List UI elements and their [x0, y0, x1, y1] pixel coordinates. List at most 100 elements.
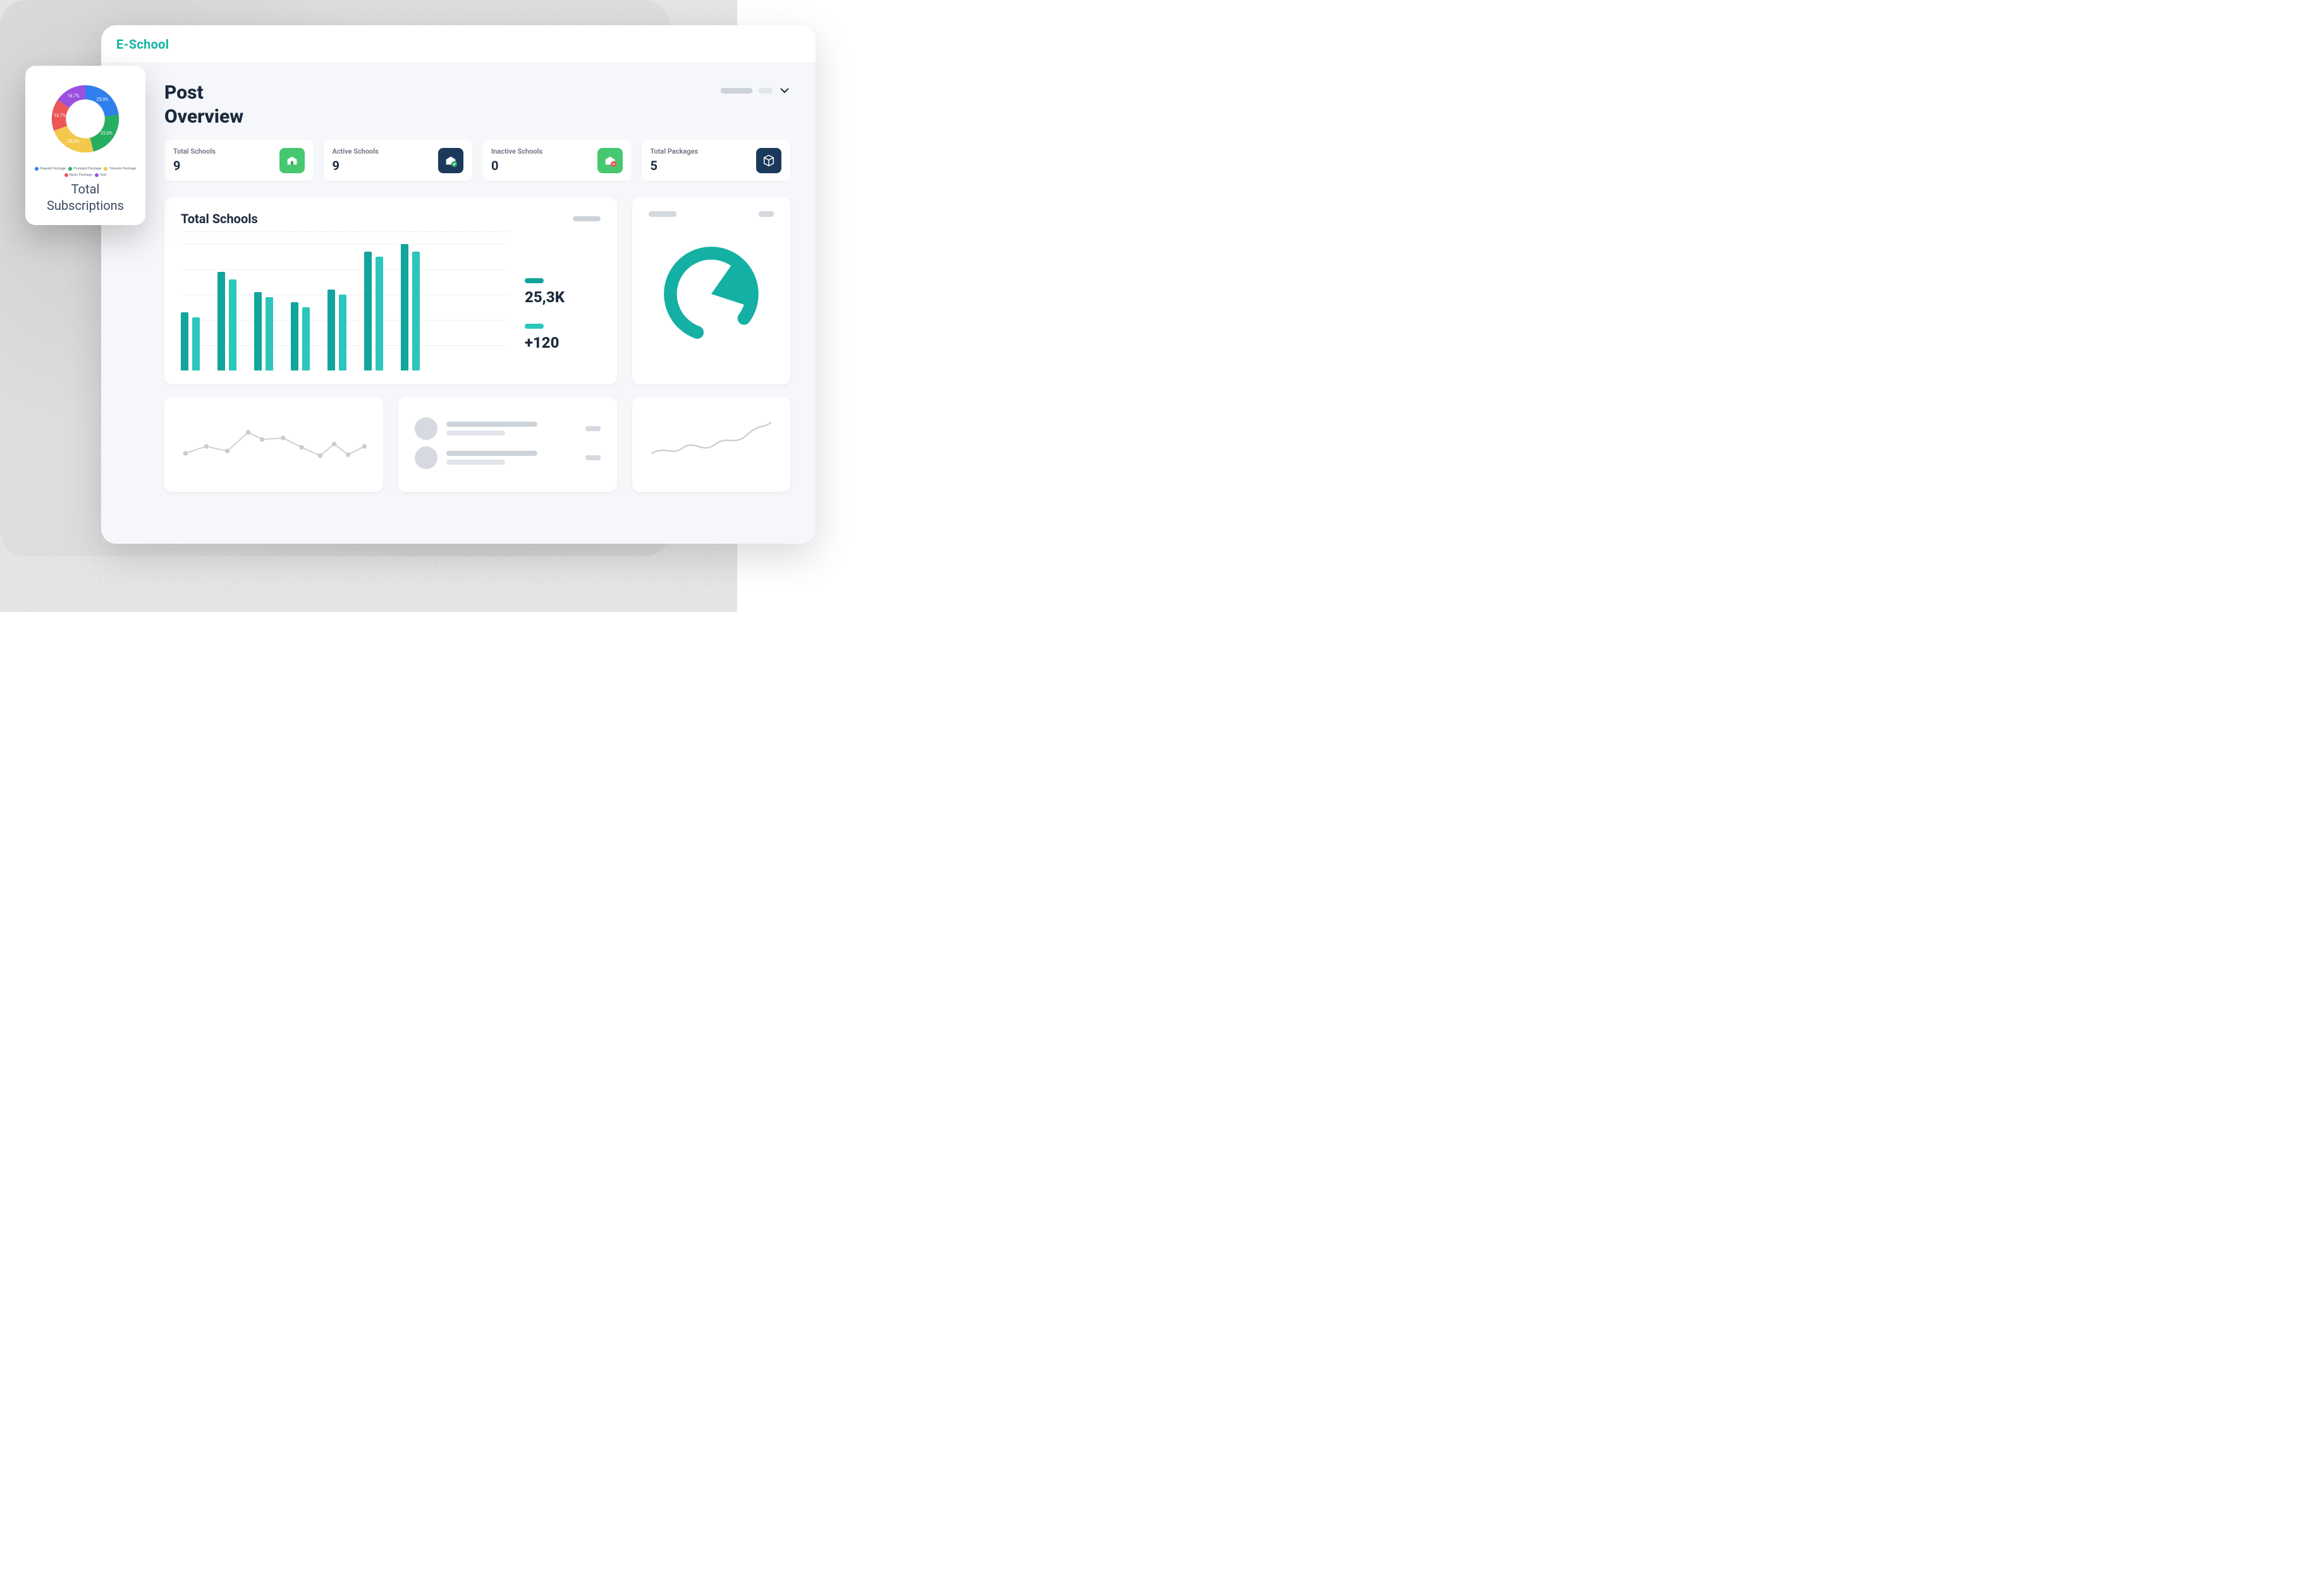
placeholder-bar	[759, 88, 773, 94]
legend-swatch-icon	[68, 167, 72, 171]
donut-slice-label: 16.7%	[68, 94, 80, 99]
bar-series-b	[229, 279, 236, 370]
bar-series-b	[412, 252, 420, 370]
placeholder-bar	[759, 211, 774, 217]
bar-pair	[327, 290, 346, 370]
sparkline-icon	[181, 411, 367, 468]
page-title-line1: Post	[164, 82, 204, 104]
school-off-icon	[597, 148, 623, 173]
legend-item: Basic Package	[64, 173, 92, 177]
metric-primary-value: 25,3K	[525, 288, 601, 306]
gauge-chart	[649, 217, 774, 370]
bar-series-a	[364, 252, 372, 370]
main-panels-row: Total Schools 25,3K +120	[101, 181, 816, 384]
placeholder-bar	[585, 426, 601, 431]
sparkline-icon	[649, 411, 774, 468]
gauge-panel	[632, 197, 790, 384]
bar-series-b	[302, 307, 310, 370]
total-schools-panel: Total Schools 25,3K +120	[164, 197, 617, 384]
stat-value: 9	[333, 158, 379, 173]
bar-pair	[217, 272, 236, 370]
stat-label: Inactive Schools	[491, 147, 542, 156]
bar-series-a	[401, 244, 408, 370]
brand-text: E-School	[116, 37, 169, 52]
bottom-panels-row	[101, 384, 816, 492]
placeholder-bar	[446, 422, 537, 427]
bar-pair	[291, 302, 310, 370]
float-title-line1: Total	[71, 181, 100, 197]
bar-series-a	[217, 272, 225, 370]
stat-cards-row: Total Schools 9 Active Schools 9 Inactive Sc…	[101, 140, 816, 181]
bar-series-b	[339, 295, 346, 370]
wire-line-panel-2	[632, 397, 790, 492]
bar-pair	[254, 292, 273, 370]
legend-item: Prepaid Package	[35, 167, 66, 171]
bar-pair	[401, 244, 420, 370]
donut-slice-label: 16.7%	[54, 113, 66, 118]
legend-item: Test	[95, 173, 107, 177]
stat-label: Total Packages	[651, 147, 699, 156]
panel-title: Total Schools	[181, 211, 258, 226]
series-swatch-b	[525, 324, 544, 329]
page-title-line2: Overview	[164, 106, 243, 128]
list-item[interactable]	[415, 417, 601, 440]
stat-card-inactive-schools[interactable]: Inactive Schools 0	[482, 140, 632, 181]
subscriptions-donut-chart: 25.0%25.0%25.0%16.7%16.7%	[41, 75, 130, 163]
series-swatch-a	[525, 278, 544, 283]
topbar: E-School	[101, 25, 816, 63]
stat-value: 9	[173, 158, 216, 173]
bar-series-a	[181, 312, 188, 370]
bar-series-a	[327, 290, 335, 370]
bar-chart	[181, 231, 508, 370]
avatar-icon	[415, 417, 437, 440]
stat-label: Total Schools	[173, 147, 216, 156]
float-card-title: Total Subscriptions	[33, 181, 138, 214]
legend-swatch-icon	[64, 173, 68, 177]
placeholder-bar	[446, 460, 505, 465]
bar-series-b	[192, 317, 200, 370]
avatar-icon	[415, 446, 437, 469]
bar-chart-metrics: 25,3K +120	[525, 278, 601, 370]
donut-legend: Prepaid PackagePostpaid PackageTitanum P…	[33, 167, 138, 177]
school-icon	[279, 148, 305, 173]
stat-card-total-schools[interactable]: Total Schools 9	[164, 140, 314, 181]
wire-line-panel-1	[164, 397, 383, 492]
legend-item: Postpaid Package	[68, 167, 101, 171]
legend-swatch-icon	[95, 173, 99, 177]
brand-logo[interactable]: E-School	[116, 37, 169, 52]
placeholder-bar	[585, 455, 601, 460]
metric-secondary-value: +120	[525, 334, 601, 352]
total-subscriptions-card: 25.0%25.0%25.0%16.7%16.7% Prepaid Packag…	[25, 66, 145, 225]
stat-label: Active Schools	[333, 147, 379, 156]
bar-pair	[181, 312, 200, 370]
page-title: Post Overview	[164, 81, 243, 128]
stat-value: 5	[651, 158, 699, 173]
stat-value: 0	[491, 158, 542, 173]
bar-series-a	[254, 292, 262, 370]
content-area: Post Overview Total Schools9Active Schoo…	[101, 63, 816, 544]
chevron-down-icon	[779, 85, 790, 96]
metric-primary: 25,3K	[525, 278, 601, 306]
bar-pair	[364, 252, 383, 370]
header-filter[interactable]	[721, 81, 790, 96]
bar-series-a	[291, 302, 298, 370]
dashboard-window: E-School Post Overview Total Schools9Act…	[101, 25, 816, 544]
metric-secondary: +120	[525, 324, 601, 352]
stat-card-total-packages[interactable]: Total Packages 5	[642, 140, 791, 181]
wire-list-panel	[398, 397, 617, 492]
bar-series-b	[376, 257, 383, 370]
placeholder-bar	[446, 451, 537, 456]
overview-header: Post Overview	[101, 63, 816, 140]
stat-card-active-schools[interactable]: Active Schools 9	[324, 140, 473, 181]
legend-swatch-icon	[104, 167, 107, 171]
legend-item: Titanum Package	[104, 167, 136, 171]
float-title-line2: Subscriptions	[47, 198, 124, 213]
donut-slice-label: 25.0%	[97, 97, 109, 102]
legend-swatch-icon	[35, 167, 39, 171]
placeholder-bar	[721, 88, 752, 94]
school-check-icon	[438, 148, 463, 173]
placeholder-bar	[649, 211, 676, 217]
bar-series-b	[266, 297, 273, 370]
list-item[interactable]	[415, 446, 601, 469]
placeholder-bar	[573, 216, 601, 221]
